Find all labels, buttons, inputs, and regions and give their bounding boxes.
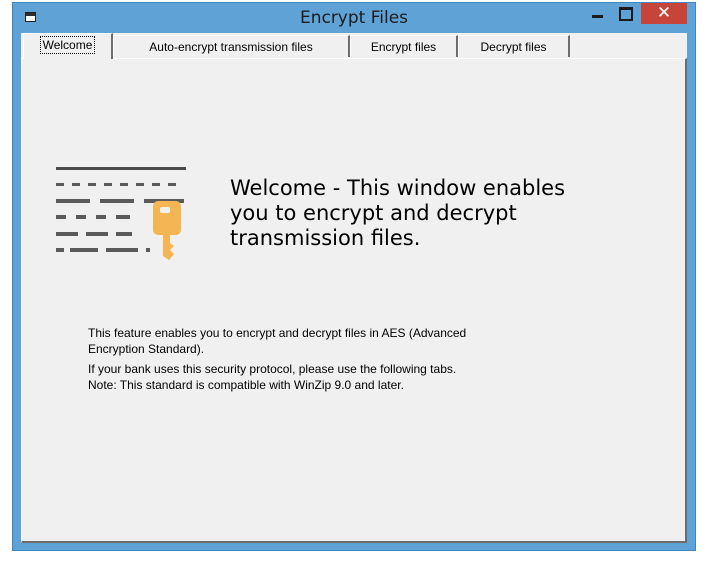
maximize-button[interactable] (611, 3, 639, 25)
tab-label: Decrypt files (480, 40, 547, 54)
headline-line: you to encrypt and decrypt (230, 201, 517, 225)
encrypt-files-window: Encrypt Files ✕ Welcome Auto-encrypt tra… (12, 2, 696, 551)
text-line: Encryption Standard). (88, 342, 205, 356)
welcome-headline: Welcome - This window enables you to enc… (230, 176, 650, 251)
tab-label: Encrypt files (370, 40, 437, 54)
headline-line: transmission files. (230, 226, 421, 250)
tab-encrypt-files[interactable]: Encrypt files (350, 35, 458, 57)
minimize-button[interactable] (583, 3, 611, 25)
tab-label: Auto-encrypt transmission files (149, 40, 313, 54)
tab-label: Welcome (39, 36, 96, 54)
text-line: This feature enables you to encrypt and … (88, 326, 467, 340)
usage-note: If your bank uses this security protocol… (88, 361, 648, 393)
tab-auto-encrypt[interactable]: Auto-encrypt transmission files (113, 35, 350, 57)
welcome-tab-panel: Welcome - This window enables you to enc… (21, 58, 687, 543)
tab-welcome[interactable]: Welcome (23, 33, 113, 59)
window-client-area: Welcome Auto-encrypt transmission files … (21, 33, 687, 543)
headline-line: Welcome - This window enables (230, 176, 566, 200)
close-button[interactable]: ✕ (641, 3, 687, 24)
tab-decrypt-files[interactable]: Decrypt files (458, 35, 570, 57)
tab-bar: Welcome Auto-encrypt transmission files … (21, 33, 687, 59)
text-line: Note: This standard is compatible with W… (88, 378, 404, 392)
close-icon: ✕ (656, 3, 672, 23)
feature-description: This feature enables you to encrypt and … (88, 325, 648, 357)
title-bar[interactable]: Encrypt Files ✕ (13, 3, 695, 33)
text-line: If your bank uses this security protocol… (88, 362, 457, 376)
encrypted-file-key-icon (56, 167, 186, 260)
